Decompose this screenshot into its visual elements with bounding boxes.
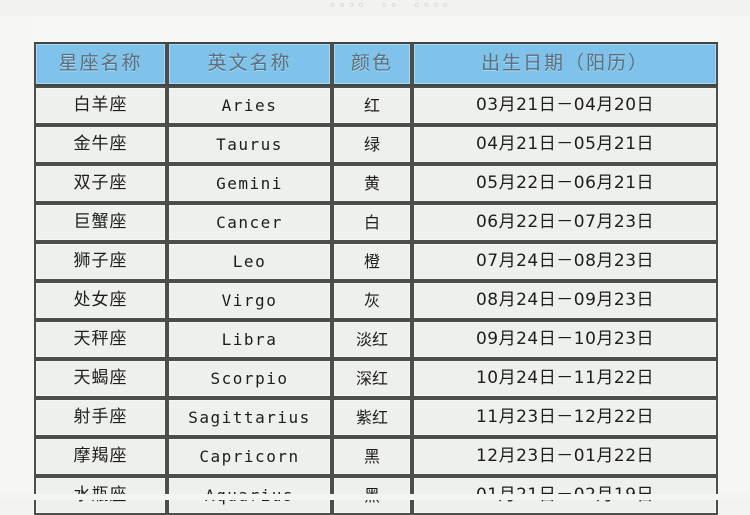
table-row: 金牛座 Taurus 绿 04月21日－05月21日 <box>34 125 718 164</box>
table-row: 双子座 Gemini 黄 05月22日－06月21日 <box>34 164 718 203</box>
cell-date-range: 05月22日－06月21日 <box>412 164 718 203</box>
cell-cn-name: 狮子座 <box>34 242 167 281</box>
cell-color-name: 绿 <box>332 125 412 164</box>
cell-color-name: 黄 <box>332 164 412 203</box>
zodiac-signs-table: 星座名称 英文名称 颜色 出生日期（阳历） 白羊座 Aries 红 03月21日－04… <box>34 42 718 515</box>
left-margin <box>0 16 34 500</box>
table-row: 白羊座 Aries 红 03月21日－04月20日 <box>34 86 718 125</box>
cell-en-name: Sagittarius <box>167 398 332 437</box>
cell-color-name: 灰 <box>332 281 412 320</box>
column-header-cn-name: 星座名称 <box>34 42 167 86</box>
cell-en-name: Cancer <box>167 203 332 242</box>
cell-date-range: 10月24日－11月22日 <box>412 359 718 398</box>
cell-date-range: 12月23日－01月22日 <box>412 437 718 476</box>
cell-color-name: 黑 <box>332 476 412 515</box>
cell-cn-name: 水瓶座 <box>34 476 167 515</box>
cell-color-name: 黑 <box>332 437 412 476</box>
cell-date-range: 11月23日－12月22日 <box>412 398 718 437</box>
cell-color-name: 红 <box>332 86 412 125</box>
cell-en-name: Aquarius <box>167 476 332 515</box>
cell-date-range: 09月24日－10月23日 <box>412 320 718 359</box>
column-header-en-name: 英文名称 <box>167 42 332 86</box>
cell-date-range: 06月22日－07月23日 <box>412 203 718 242</box>
cell-en-name: Libra <box>167 320 332 359</box>
table-row: 摩羯座 Capricorn 黑 12月23日－01月22日 <box>34 437 718 476</box>
cell-color-name: 紫红 <box>332 398 412 437</box>
table-header-row: 星座名称 英文名称 颜色 出生日期（阳历） <box>34 42 718 86</box>
cell-color-name: 深红 <box>332 359 412 398</box>
table-body: 白羊座 Aries 红 03月21日－04月20日 金牛座 Taurus 绿 04月21日－0… <box>34 86 718 515</box>
cell-cn-name: 摩羯座 <box>34 437 167 476</box>
cell-date-range: 08月24日－09月23日 <box>412 281 718 320</box>
cell-date-range: 07月24日－08月23日 <box>412 242 718 281</box>
column-header-color: 颜色 <box>332 42 412 86</box>
cell-en-name: Scorpio <box>167 359 332 398</box>
cell-en-name: Aries <box>167 86 332 125</box>
cell-cn-name: 处女座 <box>34 281 167 320</box>
table-row: 狮子座 Leo 橙 07月24日－08月23日 <box>34 242 718 281</box>
table-row: 处女座 Virgo 灰 08月24日－09月23日 <box>34 281 718 320</box>
cell-date-range: 03月21日－04月20日 <box>412 86 718 125</box>
cell-cn-name: 天秤座 <box>34 320 167 359</box>
cell-cn-name: 射手座 <box>34 398 167 437</box>
table-row: 天蝎座 Scorpio 深红 10月24日－11月22日 <box>34 359 718 398</box>
cell-date-range: 04月21日－05月21日 <box>412 125 718 164</box>
cell-en-name: Virgo <box>167 281 332 320</box>
cell-en-name: Leo <box>167 242 332 281</box>
cell-en-name: Taurus <box>167 125 332 164</box>
cell-cn-name: 双子座 <box>34 164 167 203</box>
cell-color-name: 白 <box>332 203 412 242</box>
column-header-date: 出生日期（阳历） <box>412 42 718 86</box>
cell-cn-name: 白羊座 <box>34 86 167 125</box>
zodiac-table-container: 星座名称 英文名称 颜色 出生日期（阳历） 白羊座 Aries 红 03月21日－04… <box>34 42 718 515</box>
table-row: 天秤座 Libra 淡红 09月24日－10月23日 <box>34 320 718 359</box>
top-caption-remnant-text: 。。。。 。。 。。。。 <box>330 0 459 10</box>
cell-cn-name: 金牛座 <box>34 125 167 164</box>
top-caption-remnant: 。。。。 。。 。。。。 <box>0 0 750 16</box>
table-row: 巨蟹座 Cancer 白 06月22日－07月23日 <box>34 203 718 242</box>
right-margin <box>718 16 750 500</box>
cell-cn-name: 天蝎座 <box>34 359 167 398</box>
cell-color-name: 淡红 <box>332 320 412 359</box>
cell-en-name: Gemini <box>167 164 332 203</box>
table-row: 射手座 Sagittarius 紫红 11月23日－12月22日 <box>34 398 718 437</box>
cell-cn-name: 巨蟹座 <box>34 203 167 242</box>
table-row: 水瓶座 Aquarius 黑 01月21日－02月19日 <box>34 476 718 515</box>
cell-en-name: Capricorn <box>167 437 332 476</box>
cell-date-range: 01月21日－02月19日 <box>412 476 718 515</box>
cell-color-name: 橙 <box>332 242 412 281</box>
